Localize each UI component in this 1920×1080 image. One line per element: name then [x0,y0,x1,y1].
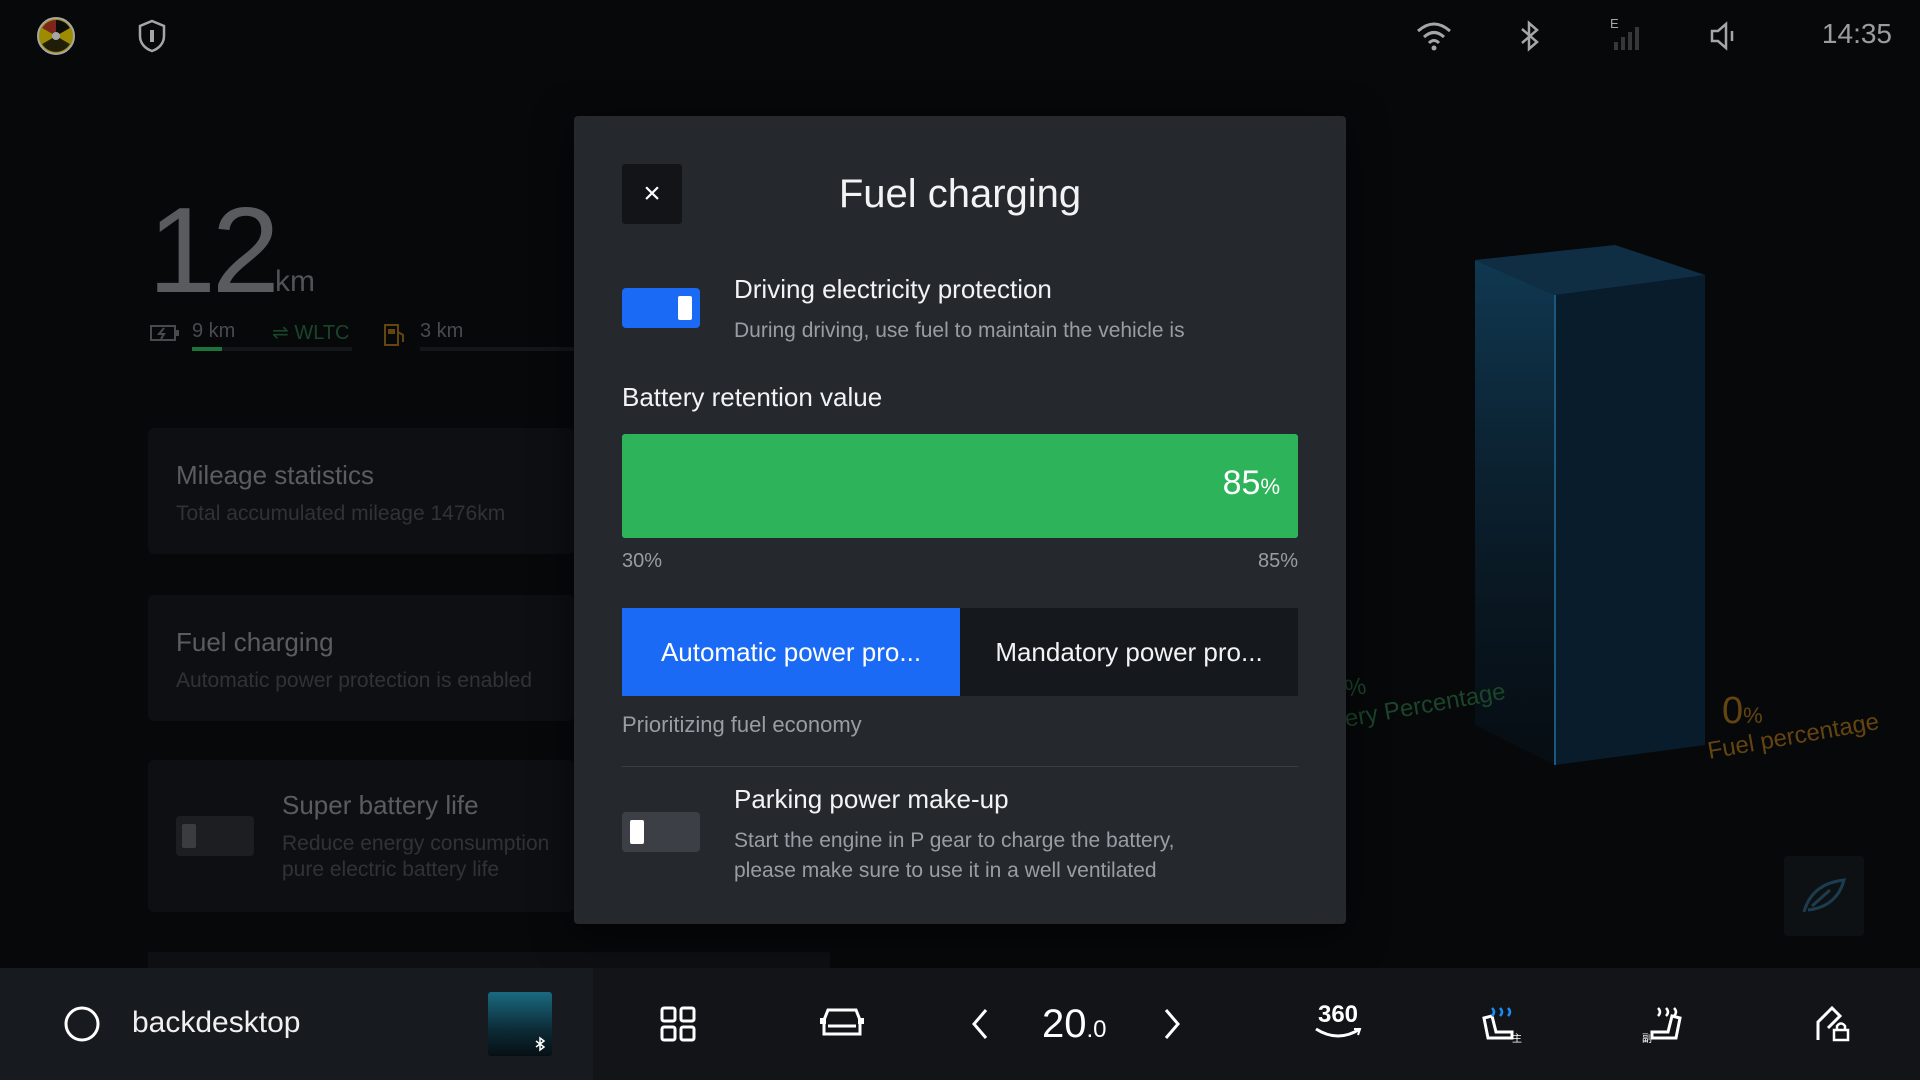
slider-value: 85% [1222,464,1280,502]
dock-home-area: backdesktop [0,968,593,1080]
apps-grid-icon[interactable] [650,996,706,1052]
slider-max-label: 85% [1257,550,1298,572]
home-circle-icon[interactable] [54,996,110,1052]
driving-protection-toggle[interactable] [622,288,700,328]
passenger-seat-heat-icon[interactable]: 副 [1636,996,1692,1052]
slider-fill [622,434,1298,538]
parking-makeup-title: Parking power make-up [734,784,1009,814]
driving-protection-description: During driving, use fuel to maintain the… [734,319,1185,342]
temperature-display: 20.0 [1042,1002,1107,1046]
divider [622,766,1298,767]
bluetooth-small-icon [535,1036,546,1052]
home-label[interactable]: backdesktop [132,1006,300,1040]
rotate-arrow-icon [1315,1027,1362,1038]
driver-seat-heat-icon[interactable]: 主 [1472,996,1528,1052]
mandatory-power-protection-button[interactable]: Mandatory power pro... [960,608,1298,696]
temp-decrease-button[interactable] [952,996,1008,1052]
automatic-power-protection-button[interactable]: Automatic power pro... [622,608,960,696]
temp-increase-button[interactable] [1144,996,1200,1052]
camera-360-button[interactable]: 360 [1308,996,1368,1052]
child-lock-icon[interactable] [1804,996,1860,1052]
battery-retention-slider[interactable]: 85% [622,434,1298,538]
battery-retention-label: Battery retention value [622,382,883,412]
car-icon[interactable] [814,996,870,1052]
slider-min-label: 30% [622,550,663,572]
parking-makeup-description-2: please make sure to use it in a well ven… [734,859,1157,882]
parking-makeup-description: Start the engine in P gear to charge the… [734,829,1175,852]
fuel-charging-dialog: × Fuel charging Driving electricity prot… [574,116,1346,924]
camera-360-label: 360 [1317,1001,1359,1028]
dialog-title: Fuel charging [838,172,1082,216]
driving-protection-title: Driving electricity protection [734,274,1052,304]
svg-text:主: 主 [1512,1033,1522,1044]
svg-text:副: 副 [1642,1033,1652,1044]
media-thumbnail[interactable] [488,992,552,1056]
bottom-dock: backdesktop 20.0 360 主 副 [0,968,1920,1080]
mode-description: Prioritizing fuel economy [622,712,862,737]
parking-makeup-toggle[interactable] [622,812,700,852]
